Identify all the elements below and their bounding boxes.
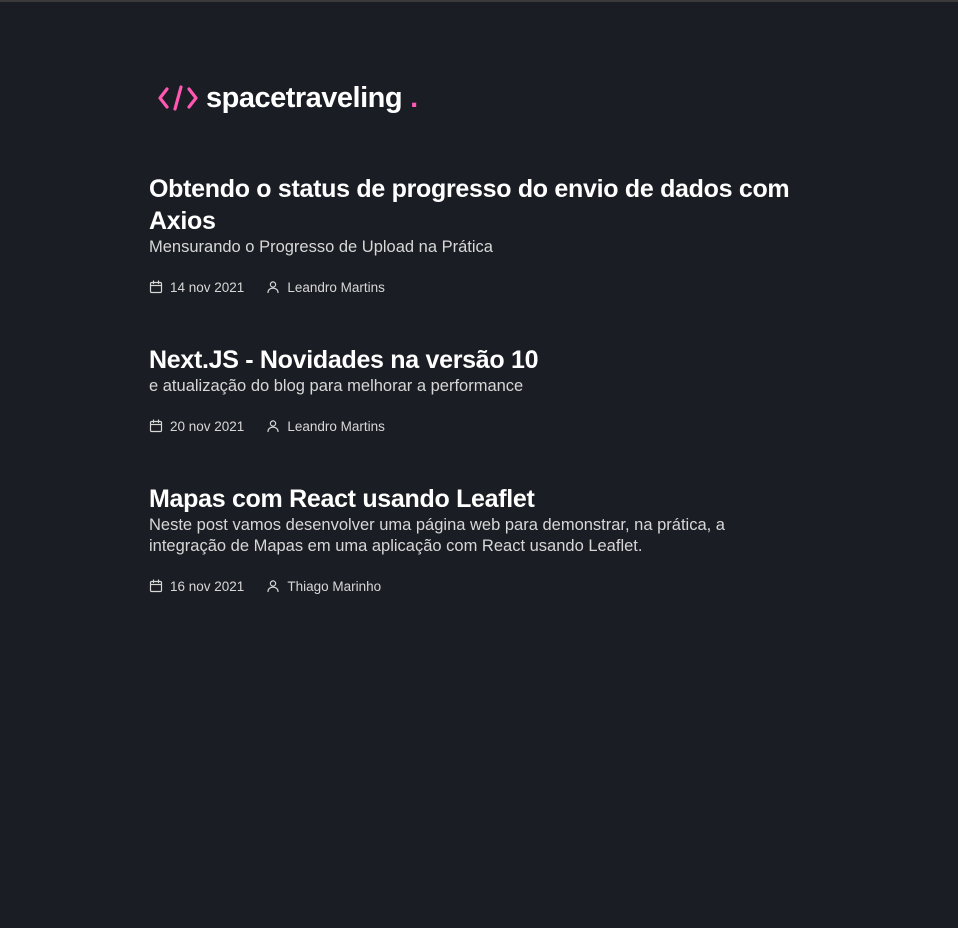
post-date-text: 20 nov 2021: [170, 418, 245, 434]
post-meta: 16 nov 2021 Thiago Marinho: [149, 577, 799, 595]
user-icon: [267, 281, 279, 294]
post-date-text: 16 nov 2021: [170, 578, 245, 594]
post-subtitle: Neste post vamos desenvolver uma página …: [149, 516, 725, 555]
logo-text: spacetraveling: [206, 81, 403, 114]
post-author-text: Leandro Martins: [287, 418, 385, 434]
site-header: spacetraveling .: [158, 80, 418, 116]
user-icon: [267, 580, 279, 593]
calendar-icon: [149, 579, 163, 593]
post-list: Obtendo o status de progresso do envio d…: [149, 173, 799, 643]
calendar-icon: [149, 280, 163, 294]
post-author: Thiago Marinho: [266, 579, 381, 594]
calendar-icon: [149, 419, 163, 433]
post-title[interactable]: Next.JS - Novidades na versão 10: [149, 344, 799, 376]
post-item[interactable]: Obtendo o status de progresso do envio d…: [149, 173, 799, 296]
logo-link[interactable]: spacetraveling .: [158, 82, 418, 115]
post-title[interactable]: Obtendo o status de progresso do envio d…: [149, 173, 799, 237]
logo-dot: .: [410, 81, 419, 114]
post-meta: 14 nov 2021 Leandro Martins: [149, 278, 799, 296]
code-brackets-icon: [158, 85, 198, 111]
post-author: Leandro Martins: [266, 280, 385, 295]
post-date-text: 14 nov 2021: [170, 279, 245, 295]
post-subtitle: e atualização do blog para melhorar a pe…: [149, 377, 524, 395]
post-item[interactable]: Mapas com React usando Leaflet Neste pos…: [149, 483, 799, 595]
user-icon: [267, 420, 279, 433]
post-meta: 20 nov 2021 Leandro Martins: [149, 417, 799, 435]
post-date: 14 nov 2021: [149, 280, 244, 295]
post-author-text: Thiago Marinho: [287, 578, 382, 594]
post-author: Leandro Martins: [266, 419, 385, 434]
post-title[interactable]: Mapas com React usando Leaflet: [149, 483, 799, 515]
post-date: 16 nov 2021: [149, 579, 244, 594]
post-subtitle: Mensurando o Progresso de Upload na Prát…: [149, 238, 493, 256]
post-author-text: Leandro Martins: [287, 279, 385, 295]
post-item[interactable]: Next.JS - Novidades na versão 10 e atual…: [149, 344, 799, 435]
post-date: 20 nov 2021: [149, 419, 244, 434]
